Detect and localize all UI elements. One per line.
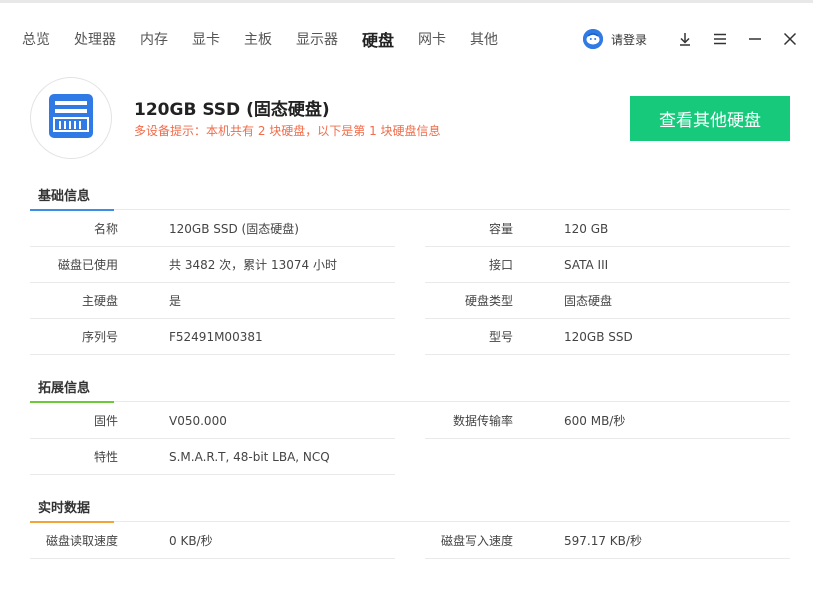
close-icon[interactable] (777, 26, 803, 52)
info-row: 容量 120 GB (425, 211, 790, 247)
field-label: 固件 (93, 414, 118, 428)
field-value: 597.17 KB/秒 (564, 534, 642, 548)
login-button[interactable]: 请登录 (582, 29, 647, 49)
ssd-icon (46, 91, 96, 145)
login-label: 请登录 (610, 32, 647, 47)
disk-title: 120GB SSD (固态硬盘) (134, 100, 330, 120)
section-basic-header: 基础信息 (30, 182, 790, 211)
info-row: 型号 120GB SSD (425, 319, 790, 355)
field-value: F52491M00381 (169, 330, 263, 344)
info-row: 主硬盘 是 (30, 283, 395, 319)
tab-overview[interactable]: 总览 (22, 29, 50, 49)
info-row: 磁盘写入速度 597.17 KB/秒 (425, 523, 790, 559)
info-row: 序列号 F52491M00381 (30, 319, 395, 355)
info-row: 接口 SATA III (425, 247, 790, 283)
tab-graphics[interactable]: 显卡 (192, 29, 220, 49)
info-row: 硬盘类型 固态硬盘 (425, 283, 790, 319)
section-title: 实时数据 (38, 501, 91, 516)
info-row: 固件 V050.000 (30, 403, 395, 439)
tab-disk[interactable]: 硬盘 (362, 27, 394, 51)
tab-network[interactable]: 网卡 (418, 29, 446, 49)
field-label: 接口 (488, 258, 513, 272)
field-label: 磁盘写入速度 (440, 534, 513, 548)
field-value: 120GB SSD (564, 330, 633, 344)
field-label: 名称 (93, 222, 118, 236)
field-value: SATA III (564, 258, 609, 272)
view-other-disks-button[interactable]: 查看其他硬盘 (630, 96, 790, 141)
field-label: 磁盘读取速度 (45, 534, 118, 548)
field-label: 序列号 (81, 330, 118, 344)
field-label: 容量 (488, 222, 513, 236)
field-value: V050.000 (169, 414, 227, 428)
tab-processor[interactable]: 处理器 (74, 29, 116, 49)
field-value: 120GB SSD (固态硬盘) (169, 222, 299, 236)
section-title: 基础信息 (38, 189, 91, 204)
section-title: 拓展信息 (38, 381, 91, 396)
multi-device-hint: 多设备提示：本机共有 2 块硬盘，以下是第 1 块硬盘信息 (134, 124, 441, 138)
tab-memory[interactable]: 内存 (140, 29, 168, 49)
field-label: 型号 (488, 330, 513, 344)
section-realtime-header: 实时数据 (30, 494, 790, 523)
tab-other[interactable]: 其他 (470, 29, 498, 49)
section-ext-header: 拓展信息 (30, 374, 790, 403)
field-value: S.M.A.R.T, 48-bit LBA, NCQ (169, 450, 330, 464)
field-value: 共 3482 次，累计 13074 小时 (169, 258, 337, 272)
field-label: 数据传输率 (452, 414, 513, 428)
tab-motherboard[interactable]: 主板 (244, 29, 272, 49)
field-value: 固态硬盘 (564, 294, 613, 308)
menu-icon[interactable] (707, 26, 733, 52)
field-label: 主硬盘 (81, 294, 118, 308)
field-value: 600 MB/秒 (564, 414, 626, 428)
disk-logo (30, 77, 112, 159)
field-value: 0 KB/秒 (169, 534, 213, 548)
titlebar-controls: 请登录 (582, 26, 803, 52)
field-label: 硬盘类型 (464, 294, 513, 308)
download-icon[interactable] (672, 26, 698, 52)
info-row: 磁盘已使用 共 3482 次，累计 13074 小时 (30, 247, 395, 283)
field-value: 是 (169, 294, 182, 308)
info-row: 名称 120GB SSD (固态硬盘) (30, 211, 395, 247)
avatar-icon (582, 29, 603, 49)
info-row: 特性 S.M.A.R.T, 48-bit LBA, NCQ (30, 439, 395, 475)
tab-monitor[interactable]: 显示器 (296, 29, 338, 49)
main-nav: 总览 处理器 内存 显卡 主板 显示器 硬盘 网卡 其他 (22, 24, 522, 54)
info-row: 磁盘读取速度 0 KB/秒 (30, 523, 395, 559)
window-top-border (0, 0, 813, 3)
field-label: 磁盘已使用 (57, 258, 118, 272)
field-value: 120 GB (564, 222, 609, 236)
minimize-icon[interactable] (742, 26, 768, 52)
field-label: 特性 (93, 450, 118, 464)
info-row: 数据传输率 600 MB/秒 (425, 403, 790, 439)
